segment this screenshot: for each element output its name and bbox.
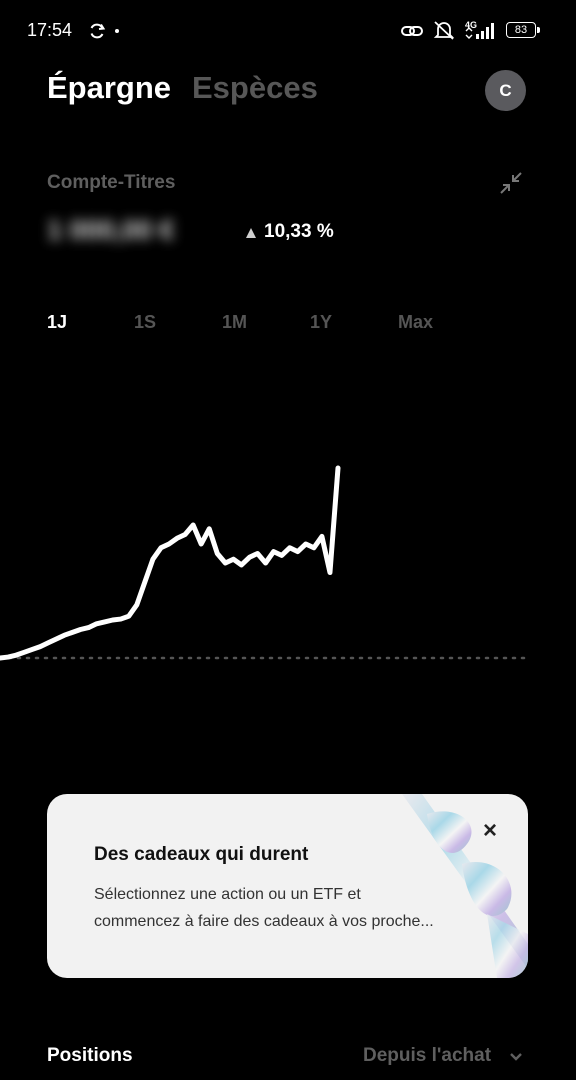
positions-title: Positions bbox=[47, 1045, 133, 1066]
status-time: 17:54 bbox=[27, 20, 73, 40]
range-tab-1y[interactable]: 1Y bbox=[310, 312, 332, 333]
sort-dropdown[interactable]: Depuis l'achat bbox=[363, 1045, 491, 1067]
battery-level: 83 bbox=[514, 24, 528, 36]
promo-title: Des cadeaux qui durent bbox=[94, 844, 309, 865]
tab-epargne[interactable]: Épargne bbox=[47, 70, 171, 106]
tab-especes[interactable]: Espèces bbox=[192, 70, 318, 106]
range-tab-1s[interactable]: 1S bbox=[134, 312, 156, 333]
change-percent: 10,33 % bbox=[264, 221, 334, 242]
portfolio-chart[interactable] bbox=[0, 440, 576, 680]
chevron-down-icon[interactable] bbox=[508, 1049, 524, 1065]
battery-icon: 83 bbox=[506, 22, 542, 40]
status-bar: 17:54 4G 83 bbox=[0, 16, 576, 46]
app-screen: 17:54 4G 83 Épargne Espèces C Compte-Tit… bbox=[0, 0, 576, 1080]
network-type: 4G bbox=[465, 20, 478, 30]
account-label: Compte-Titres bbox=[47, 172, 176, 193]
sync-icon bbox=[90, 23, 106, 39]
bell-off-icon bbox=[433, 21, 455, 40]
promo-card[interactable]: × Des cadeaux qui durent Sélectionnez un… bbox=[47, 794, 528, 978]
up-triangle-icon bbox=[246, 228, 256, 238]
promo-text: Sélectionnez une action ou un ETF et com… bbox=[94, 886, 434, 930]
link-icon bbox=[401, 26, 423, 36]
account-value: 1 000,00 € bbox=[47, 215, 175, 245]
status-dot bbox=[115, 29, 119, 33]
range-tab-1j[interactable]: 1J bbox=[47, 312, 67, 333]
collapse-icon[interactable] bbox=[498, 170, 524, 196]
chart-series-line bbox=[0, 465, 341, 661]
range-tab-max[interactable]: Max bbox=[398, 312, 433, 333]
close-icon[interactable]: × bbox=[477, 818, 503, 844]
range-tab-1m[interactable]: 1M bbox=[222, 312, 247, 333]
avatar[interactable]: C bbox=[485, 70, 526, 111]
